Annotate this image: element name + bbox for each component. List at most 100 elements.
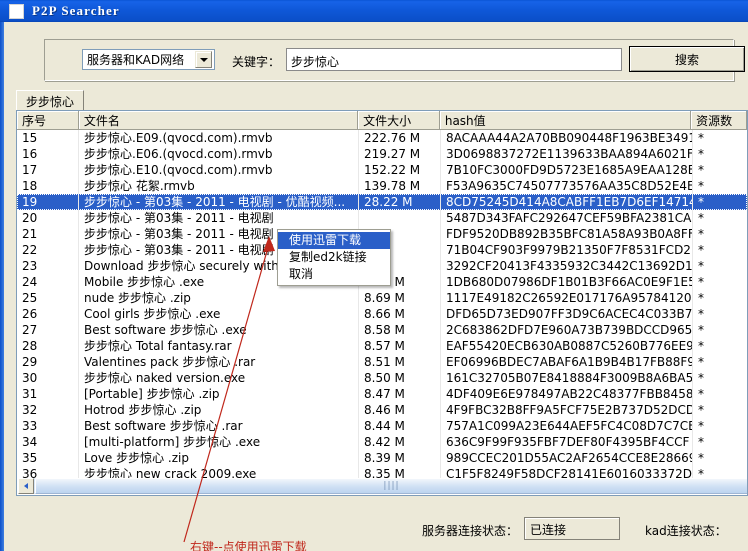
cell-sources: * xyxy=(693,434,747,450)
menu-item-download-thunder[interactable]: 使用迅雷下载 xyxy=(278,232,390,249)
menu-item-cancel[interactable]: 取消 xyxy=(278,266,390,283)
cell-filename: Valentines pack 步步惊心 .rar xyxy=(79,354,359,370)
table-row[interactable]: 32Hotrod 步步惊心 .zip8.46 M4F9FBC32B8FF9A5F… xyxy=(17,402,747,418)
cell-filesize: 28.22 M xyxy=(359,194,441,210)
table-row[interactable]: 17步步惊心.E10.(qvocd.com).rmvb152.22 M7B10F… xyxy=(17,162,747,178)
cell-hash: 3D0698837272E1139633BAA894A6021F xyxy=(441,146,693,162)
cell-hash: 989CCEC201D55AC2AF2654CCE8E28669 xyxy=(441,450,693,466)
cell-filesize: 8.57 M xyxy=(359,338,441,354)
cell-filename: Best software 步步惊心 .rar xyxy=(79,418,359,434)
cell-filename: Love 步步惊心 .zip xyxy=(79,450,359,466)
cell-sources: * xyxy=(693,306,747,322)
context-menu[interactable]: 使用迅雷下载 复制ed2k链接 取消 xyxy=(277,229,391,286)
title-bar: P2P Searcher xyxy=(0,0,748,22)
server-status-value: 已连接 xyxy=(524,517,620,540)
cell-filename: 步步惊心 Total fantasy.rar xyxy=(79,338,359,354)
table-row[interactable]: 19步步惊心 - 第03集 - 2011 - 电视剧 - 优酷视频...28.2… xyxy=(17,194,747,210)
cell-filesize: 8.42 M xyxy=(359,434,441,450)
chevron-left-icon[interactable] xyxy=(18,478,34,494)
cell-sources: * xyxy=(693,226,747,242)
cell-index: 24 xyxy=(17,274,79,290)
table-row[interactable]: 35Love 步步惊心 .zip8.39 M989CCEC201D55AC2AF… xyxy=(17,450,747,466)
cell-index: 22 xyxy=(17,242,79,258)
table-row[interactable]: 27Best software 步步惊心 .exe8.58 M2C683862D… xyxy=(17,322,747,338)
cell-sources: * xyxy=(693,194,747,210)
cell-sources: * xyxy=(693,242,747,258)
scrollbar-thumb[interactable]: |||| xyxy=(35,478,748,494)
cell-index: 15 xyxy=(17,130,79,146)
cell-filesize: 8.69 M xyxy=(359,290,441,306)
menu-item-copy-ed2k[interactable]: 复制ed2k链接 xyxy=(278,249,390,266)
client-area: 服务器和KAD网络 关键字： 搜索 步步惊心 序号 文件名 文件大小 hash值… xyxy=(4,22,748,551)
column-header-hash[interactable]: hash值 xyxy=(440,111,691,130)
cell-filename: 步步惊心.E09.(qvocd.com).rmvb xyxy=(79,130,359,146)
cell-index: 28 xyxy=(17,338,79,354)
cell-hash: 8CD75245D414A8CABFF1EB7D6EF14714 xyxy=(441,194,693,210)
cell-index: 26 xyxy=(17,306,79,322)
cell-hash: 757A1C099A23E644AEF5FC4C08D7C7CE xyxy=(441,418,693,434)
column-header-filename[interactable]: 文件名 xyxy=(79,111,358,130)
results-list: 序号 文件名 文件大小 hash值 资源数 15步步惊心.E09.(qvocd.… xyxy=(16,110,748,496)
chevron-down-icon[interactable] xyxy=(195,51,212,68)
table-row[interactable]: 18步步惊心 花絮.rmvb139.78 MF53A9635C745077735… xyxy=(17,178,747,194)
cell-filename: Hotrod 步步惊心 .zip xyxy=(79,402,359,418)
search-button[interactable]: 搜索 xyxy=(629,46,745,72)
cell-filesize: 8.50 M xyxy=(359,370,441,386)
cell-index: 25 xyxy=(17,290,79,306)
cell-sources: * xyxy=(693,450,747,466)
cell-filename: 步步惊心.E06.(qvocd.com).rmvb xyxy=(79,146,359,162)
cell-hash: EF06996BDEC7ABAF6A1B9B4B17FB88F9 xyxy=(441,354,693,370)
table-row[interactable]: 28步步惊心 Total fantasy.rar8.57 MEAF55420EC… xyxy=(17,338,747,354)
cell-filename: 步步惊心 naked version.exe xyxy=(79,370,359,386)
cell-sources: * xyxy=(693,178,747,194)
cell-filesize: 8.51 M xyxy=(359,354,441,370)
cell-hash: 71B04CF903F9979B21350F7F8531FCD2 xyxy=(441,242,693,258)
cell-sources: * xyxy=(693,402,747,418)
cell-filesize: 8.44 M xyxy=(359,418,441,434)
cell-filename: Cool girls 步步惊心 .exe xyxy=(79,306,359,322)
tab-result[interactable]: 步步惊心 xyxy=(16,90,84,111)
table-row[interactable]: 31[Portable] 步步惊心 .zip8.47 M4DF409E6E978… xyxy=(17,386,747,402)
column-header-filesize[interactable]: 文件大小 xyxy=(358,111,440,130)
cell-sources: * xyxy=(693,354,747,370)
window-title: P2P Searcher xyxy=(32,3,120,19)
cell-filesize: 222.76 M xyxy=(359,130,441,146)
cell-sources: * xyxy=(693,162,747,178)
cell-index: 17 xyxy=(17,162,79,178)
cell-filename: [multi-platform] 步步惊心 .exe xyxy=(79,434,359,450)
cell-filesize: 152.22 M xyxy=(359,162,441,178)
table-row[interactable]: 20步步惊心 - 第03集 - 2011 - 电视剧5487D343FAFC29… xyxy=(17,210,747,226)
cell-hash: 4DF409E6E978497AB22C48377FBB8458 xyxy=(441,386,693,402)
cell-filename: nude 步步惊心 .zip xyxy=(79,290,359,306)
cell-sources: * xyxy=(693,146,747,162)
network-select-value: 服务器和KAD网络 xyxy=(83,51,195,68)
network-select[interactable]: 服务器和KAD网络 xyxy=(82,49,215,70)
cell-filesize: 139.78 M xyxy=(359,178,441,194)
table-row[interactable]: 26Cool girls 步步惊心 .exe8.66 MDFD65D73ED90… xyxy=(17,306,747,322)
table-row[interactable]: 25nude 步步惊心 .zip8.69 M1117E49182C26592E0… xyxy=(17,290,747,306)
table-row[interactable]: 15步步惊心.E09.(qvocd.com).rmvb222.76 M8ACAA… xyxy=(17,130,747,146)
cell-sources: * xyxy=(693,130,747,146)
horizontal-scrollbar[interactable]: |||| xyxy=(18,478,748,494)
keyword-label: 关键字： xyxy=(232,53,280,70)
table-row[interactable]: 16步步惊心.E06.(qvocd.com).rmvb219.27 M3D069… xyxy=(17,146,747,162)
cell-index: 29 xyxy=(17,354,79,370)
cell-sources: * xyxy=(693,210,747,226)
table-row[interactable]: 34[multi-platform] 步步惊心 .exe8.42 M636C9F… xyxy=(17,434,747,450)
table-row[interactable]: 30步步惊心 naked version.exe8.50 M161C32705B… xyxy=(17,370,747,386)
cell-sources: * xyxy=(693,258,747,274)
cell-index: 16 xyxy=(17,146,79,162)
app-icon[interactable] xyxy=(9,4,24,19)
cell-hash: 3292CF20413F4335932C3442C13692D1 xyxy=(441,258,693,274)
list-header: 序号 文件名 文件大小 hash值 资源数 xyxy=(17,111,747,130)
cell-hash: 5487D343FAFC292647CEF59BFA2381CA xyxy=(441,210,693,226)
column-header-index[interactable]: 序号 xyxy=(17,111,79,130)
table-row[interactable]: 29Valentines pack 步步惊心 .rar8.51 MEF06996… xyxy=(17,354,747,370)
column-header-sources[interactable]: 资源数 xyxy=(691,111,747,130)
table-row[interactable]: 33Best software 步步惊心 .rar8.44 M757A1C099… xyxy=(17,418,747,434)
cell-sources: * xyxy=(693,322,747,338)
keyword-input[interactable] xyxy=(286,48,622,71)
cell-hash: 2C683862DFD7E960A73B739BDCCD9654 xyxy=(441,322,693,338)
cell-sources: * xyxy=(693,418,747,434)
cell-sources: * xyxy=(693,370,747,386)
